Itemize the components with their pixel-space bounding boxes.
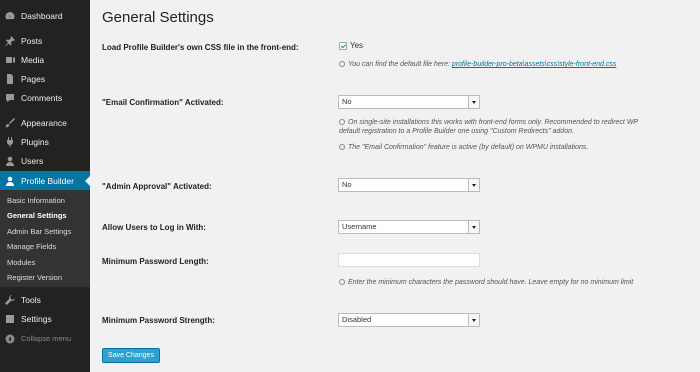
submenu-basic-information[interactable]: Basic Information <box>7 196 65 206</box>
sidebar-item-plugins[interactable]: Plugins <box>0 132 90 151</box>
sidebar-item-appearance[interactable]: Appearance <box>0 113 90 132</box>
settings-content: General Settings Load Profile Builder's … <box>90 0 700 372</box>
brush-icon <box>5 117 15 128</box>
sidebar-item-label: Plugins <box>21 136 49 147</box>
admin-approval-label: "Admin Approval" Activated: <box>102 182 212 191</box>
submenu-modules[interactable]: Modules <box>7 258 35 268</box>
min-password-strength-label: Minimum Password Strength: <box>102 316 215 325</box>
css-file-checkbox-label[interactable]: Yes <box>350 41 363 50</box>
sidebar-item-label: Comments <box>21 92 63 103</box>
settings-icon <box>5 314 15 324</box>
email-wpmu-text: The "Email Confirmation" feature is acti… <box>348 144 589 151</box>
email-confirmation-note: On single-site installations this works … <box>339 118 689 136</box>
sidebar-item-label: Users <box>21 155 44 166</box>
collapse-menu-button[interactable]: Collapse menu <box>0 329 90 348</box>
sidebar-item-profile-builder[interactable]: Profile Builder <box>0 171 90 190</box>
login-with-select[interactable]: Username <box>338 220 480 234</box>
min-password-strength-value: Disabled <box>342 315 372 324</box>
email-wpmu-note: The "Email Confirmation" feature is acti… <box>339 143 689 152</box>
sidebar-item-label: Dashboard <box>21 10 63 21</box>
css-file-checkbox[interactable] <box>339 42 347 50</box>
email-confirmation-label: "Email Confirmation" Activated: <box>102 98 224 107</box>
page-title: General Settings <box>102 9 214 26</box>
chevron-down-icon <box>468 96 479 108</box>
admin-sidebar: Dashboard Posts Media Pages Comments App… <box>0 0 90 372</box>
admin-approval-select[interactable]: No <box>338 178 480 192</box>
admin-approval-value: No <box>342 180 352 189</box>
sidebar-item-users[interactable]: Users <box>0 151 90 170</box>
info-bullet-icon <box>339 144 345 150</box>
login-with-value: Username <box>342 222 377 231</box>
min-password-length-input[interactable] <box>338 253 480 267</box>
min-password-length-note: Enter the minimum characters the passwor… <box>339 278 689 287</box>
chevron-down-icon <box>468 314 479 326</box>
sidebar-item-comments[interactable]: Comments <box>0 88 90 107</box>
email-confirmation-select[interactable]: No <box>338 95 480 109</box>
sidebar-item-label: Pages <box>21 73 46 84</box>
user-icon <box>5 156 15 166</box>
login-with-label: Allow Users to Log in With: <box>102 223 206 232</box>
save-changes-button[interactable]: Save Changes <box>102 348 160 363</box>
sidebar-item-label: Posts <box>21 35 43 46</box>
css-file-link[interactable]: profile-builder-pro-beta\assets\css\styl… <box>452 61 616 68</box>
sidebar-item-pages[interactable]: Pages <box>0 69 90 88</box>
dashboard-icon <box>5 11 15 21</box>
collapse-menu-label: Collapse menu <box>21 334 72 343</box>
sidebar-item-posts[interactable]: Posts <box>0 31 90 50</box>
chevron-down-icon <box>468 179 479 191</box>
css-note-text: You can find the default file here: <box>348 61 450 68</box>
min-password-length-label: Minimum Password Length: <box>102 257 209 266</box>
sidebar-item-media[interactable]: Media <box>0 50 90 69</box>
sidebar-item-tools[interactable]: Tools <box>0 290 90 309</box>
collapse-icon <box>5 334 15 344</box>
profile-builder-submenu: Basic Information General Settings Admin… <box>0 190 90 287</box>
sidebar-item-settings[interactable]: Settings <box>0 309 90 328</box>
chevron-down-icon <box>468 221 479 233</box>
profile-icon <box>5 176 15 186</box>
info-bullet-icon <box>339 61 345 67</box>
min-password-strength-select[interactable]: Disabled <box>338 313 480 327</box>
pin-icon <box>5 35 15 46</box>
sidebar-item-dashboard[interactable]: Dashboard <box>0 6 90 25</box>
wrench-icon <box>5 294 15 305</box>
email-note-line-2: default registration to a Profile Builde… <box>339 128 574 135</box>
email-note-line-1: On single-site installations this works … <box>348 119 639 126</box>
info-bullet-icon <box>339 279 345 285</box>
page-icon <box>5 73 15 84</box>
info-bullet-icon <box>339 119 345 125</box>
email-confirmation-value: No <box>342 97 352 106</box>
sidebar-item-label: Tools <box>21 294 41 305</box>
plugin-icon <box>5 136 15 147</box>
sidebar-item-label: Profile Builder <box>21 175 74 186</box>
sidebar-item-label: Settings <box>21 313 52 324</box>
css-file-label: Load Profile Builder's own CSS file in t… <box>102 43 299 52</box>
media-icon <box>5 55 15 65</box>
submenu-manage-fields[interactable]: Manage Fields <box>7 242 56 252</box>
css-file-note: You can find the default file here: prof… <box>339 60 689 69</box>
sidebar-item-label: Media <box>21 54 45 65</box>
sidebar-item-label: Appearance <box>21 117 67 128</box>
submenu-general-settings[interactable]: General Settings <box>7 211 67 221</box>
submenu-admin-bar-settings[interactable]: Admin Bar Settings <box>7 227 71 237</box>
comment-icon <box>5 93 15 103</box>
submenu-register-version[interactable]: Register Version <box>7 273 62 283</box>
pwlen-note-text: Enter the minimum characters the passwor… <box>348 279 634 286</box>
